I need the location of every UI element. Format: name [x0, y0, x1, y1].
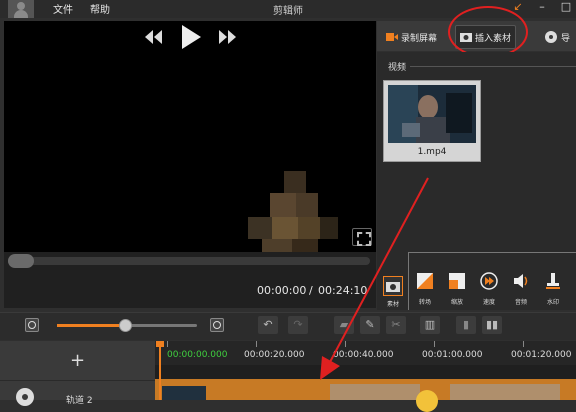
playhead[interactable]	[159, 343, 161, 400]
playback-controls	[4, 252, 376, 308]
camera-icon	[383, 276, 403, 296]
tool-audio[interactable]: 音频	[507, 272, 535, 306]
clip-thumbnail	[162, 386, 206, 400]
ruler-label-0: 00:00:00.000	[167, 350, 228, 360]
chart-icon[interactable]: ▮	[456, 316, 476, 334]
undo-icon[interactable]: ↶	[258, 316, 278, 334]
minimize-button[interactable]: –	[534, 0, 550, 16]
zoom-slider[interactable]	[57, 319, 197, 332]
tab-export-label: 导	[561, 33, 571, 44]
tool-watermark[interactable]: 水印	[539, 272, 567, 306]
playhead-handle[interactable]	[156, 341, 164, 347]
seek-handle[interactable]	[8, 254, 34, 268]
audio-waveform	[330, 384, 420, 400]
split-icon[interactable]: ▰	[334, 316, 354, 334]
add-track-button[interactable]: +	[0, 341, 155, 381]
tool-transition-label: 转场	[418, 299, 431, 306]
tab-record-screen-label: 录制屏幕	[401, 33, 438, 44]
media-item[interactable]: 1.mp4	[383, 80, 481, 162]
total-time: 00:24:10	[318, 284, 368, 297]
section-divider	[410, 66, 576, 67]
rewind-icon[interactable]	[143, 28, 163, 46]
video-section-label: 视频	[388, 63, 407, 73]
highlight-circle	[448, 6, 528, 58]
tool-watermark-label: 水印	[546, 299, 559, 306]
tab-record-screen[interactable]: 录制屏幕	[382, 25, 441, 49]
maximize-button[interactable]: □	[558, 0, 574, 16]
film-reel-icon	[16, 388, 34, 406]
tool-zoom-label: 缩放	[450, 299, 463, 306]
seek-bar[interactable]	[8, 254, 370, 268]
tool-zoom[interactable]: 缩放	[443, 272, 471, 306]
watermark-icon	[546, 273, 560, 289]
record-screen-icon	[386, 33, 398, 41]
delete-icon[interactable]: ▥	[420, 316, 440, 334]
video-preview[interactable]	[4, 21, 376, 261]
tool-media[interactable]: 素材	[379, 276, 407, 308]
ruler-label-2: 00:00:40.000	[333, 350, 394, 360]
play-icon[interactable]	[180, 24, 202, 50]
tool-media-label: 素材	[386, 301, 399, 308]
fast-forward-icon[interactable]	[218, 28, 238, 46]
timeline-ruler[interactable]: 00:00:00.000 00:00:20.000 00:00:40.000 0…	[155, 341, 576, 365]
ruler-label-3: 00:01:00.000	[422, 350, 483, 360]
media-filename: 1.mp4	[417, 147, 447, 157]
waveform-icon[interactable]: ▮▮	[482, 316, 502, 334]
tool-speed[interactable]: 速度	[475, 272, 503, 306]
transition-icon	[417, 273, 433, 289]
ruler-label-1: 00:00:20.000	[244, 350, 305, 360]
zoom-icon	[449, 273, 465, 289]
cut-icon[interactable]: ✂	[386, 316, 406, 334]
zoom-slider-knob[interactable]	[119, 319, 132, 332]
edit-icon[interactable]: ✎	[360, 316, 380, 334]
zoom-out-icon[interactable]	[25, 318, 39, 332]
fullscreen-button[interactable]	[352, 228, 372, 246]
audio-waveform	[450, 384, 560, 400]
clip-marker[interactable]	[416, 390, 438, 412]
speed-icon	[480, 272, 498, 290]
zoom-slider-fill	[57, 324, 125, 327]
tool-transition[interactable]: 转场	[411, 272, 439, 306]
media-thumbnail	[388, 85, 476, 143]
current-time: 00:00:00	[257, 284, 307, 297]
redo-icon[interactable]: ↷	[288, 316, 308, 334]
tool-speed-label: 速度	[482, 299, 495, 306]
zoom-in-icon[interactable]	[210, 318, 224, 332]
tool-audio-label: 音频	[514, 299, 527, 306]
audio-icon	[514, 274, 528, 288]
tab-export[interactable]: 导	[540, 25, 574, 49]
film-reel-icon	[545, 31, 557, 43]
time-separator: /	[309, 284, 313, 297]
ruler-label-4: 00:01:20.000	[511, 350, 572, 360]
